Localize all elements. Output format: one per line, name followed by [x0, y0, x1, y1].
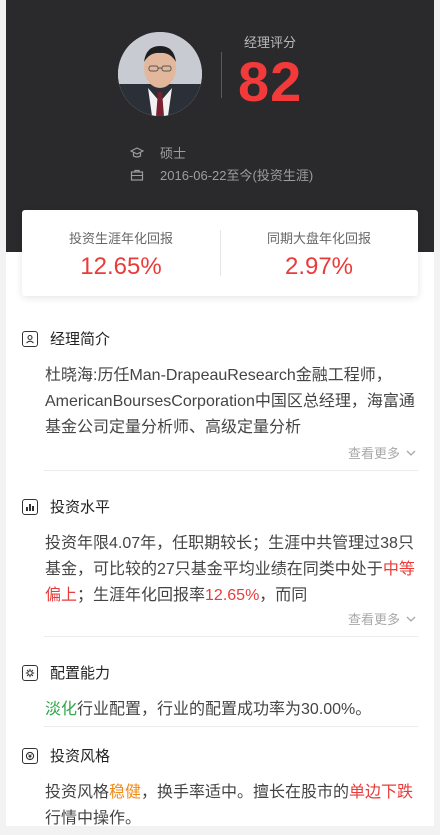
invest-level-more-label: 查看更多: [347, 612, 400, 627]
person-card-icon: [22, 330, 38, 347]
returns-card: 投资生涯年化回报 12.65% 同期大盘年化回报 2.97%: [22, 210, 418, 296]
market-return-value: 2.97%: [284, 253, 354, 280]
career-return-label: 投资生涯年化回报: [68, 231, 173, 246]
left-gutter: [0, 0, 6, 835]
style-highlight-steady: 稳健: [109, 784, 142, 801]
tenure-row: 2016-06-22至今(投资生涯): [130, 165, 313, 184]
allocation-text: 淡化行业配置，行业的配置成功率为30.00%。: [45, 697, 418, 723]
intro-title: 经理简介: [22, 328, 418, 349]
manager-profile-page: 经理评分 82 硕士 2016-06-22至今(投资生涯) 投资生涯年化回报 1…: [0, 0, 440, 835]
invest-level-text-a: 投资年限4.07年，任职期较长；生涯中共管理过38只基金，可比较的27只基金平均…: [45, 535, 414, 578]
market-return-label: 同期大盘年化回报: [266, 231, 371, 246]
invest-level-highlight-return: 12.65%: [205, 587, 260, 604]
style-title-text: 投资风格: [50, 748, 111, 765]
invest-level-text-c: ，而同: [259, 587, 308, 604]
intro-title-text: 经理简介: [50, 331, 111, 348]
intro-more-link[interactable]: 查看更多: [348, 443, 416, 462]
style-text-a: 投资风格: [45, 784, 110, 801]
header-divider: [221, 52, 222, 98]
graduation-cap-icon: [129, 146, 145, 160]
tenure-text: 2016-06-22至今(投资生涯): [160, 168, 314, 183]
style-section: 投资风格 投资风格稳健，换手率适中。擅长在股市的单边下跌行情中操作。: [22, 745, 418, 832]
career-return: 投资生涯年化回报 12.65%: [22, 210, 220, 296]
style-text: 投资风格稳健，换手率适中。擅长在股市的单边下跌行情中操作。: [45, 780, 418, 832]
education-row: 硕士: [129, 143, 187, 162]
style-text-b: ，换手率适中。擅长在股市的: [141, 784, 350, 801]
invest-level-title-text: 投资水平: [50, 499, 111, 516]
education-text: 硕士: [160, 146, 187, 161]
intro-more-label: 查看更多: [347, 446, 400, 461]
manager-score: 82: [238, 50, 303, 113]
manager-intro-section: 经理简介 杜晓海:历任Man-DrapeauResearch金融工程师，Amer…: [22, 328, 418, 441]
market-return: 同期大盘年化回报 2.97%: [220, 210, 418, 296]
style-highlight-downtrend: 单边下跌: [349, 784, 414, 801]
section-divider: [44, 470, 418, 471]
section-divider: [44, 726, 418, 727]
score-label: 经理评分: [244, 35, 297, 50]
coin-icon: [22, 747, 38, 764]
invest-level-section: 投资水平 投资年限4.07年，任职期较长；生涯中共管理过38只基金，可比较的27…: [22, 496, 418, 609]
intro-text: 杜晓海:历任Man-DrapeauResearch金融工程师，AmericanB…: [45, 367, 415, 436]
bar-chart-icon: [22, 498, 38, 515]
allocation-title-text: 配置能力: [50, 665, 111, 682]
allocation-section: 配置能力 淡化行业配置，行业的配置成功率为30.00%。: [22, 662, 418, 723]
invest-level-text-b: ；生涯年化回报率: [77, 587, 206, 604]
style-text-c: 行情中操作。: [45, 810, 142, 827]
gear-icon: [22, 664, 38, 681]
briefcase-icon: [130, 168, 144, 182]
avatar: [118, 32, 202, 116]
allocation-text-rest: 行业配置，行业的配置成功率为30.00%。: [77, 701, 372, 718]
allocation-highlight: 淡化: [45, 701, 78, 718]
avatar-portrait: [118, 32, 202, 116]
chevron-down-icon: [406, 612, 416, 626]
section-divider: [44, 636, 418, 637]
allocation-title: 配置能力: [22, 662, 418, 683]
invest-level-title: 投资水平: [22, 496, 418, 517]
career-return-value: 12.65%: [80, 253, 162, 280]
invest-level-more-link[interactable]: 查看更多: [348, 609, 416, 628]
bottom-band: [0, 826, 440, 835]
style-title: 投资风格: [22, 745, 418, 766]
invest-level-text: 投资年限4.07年，任职期较长；生涯中共管理过38只基金，可比较的27只基金平均…: [45, 531, 418, 609]
right-gutter: [434, 0, 440, 835]
chevron-down-icon: [406, 446, 416, 460]
